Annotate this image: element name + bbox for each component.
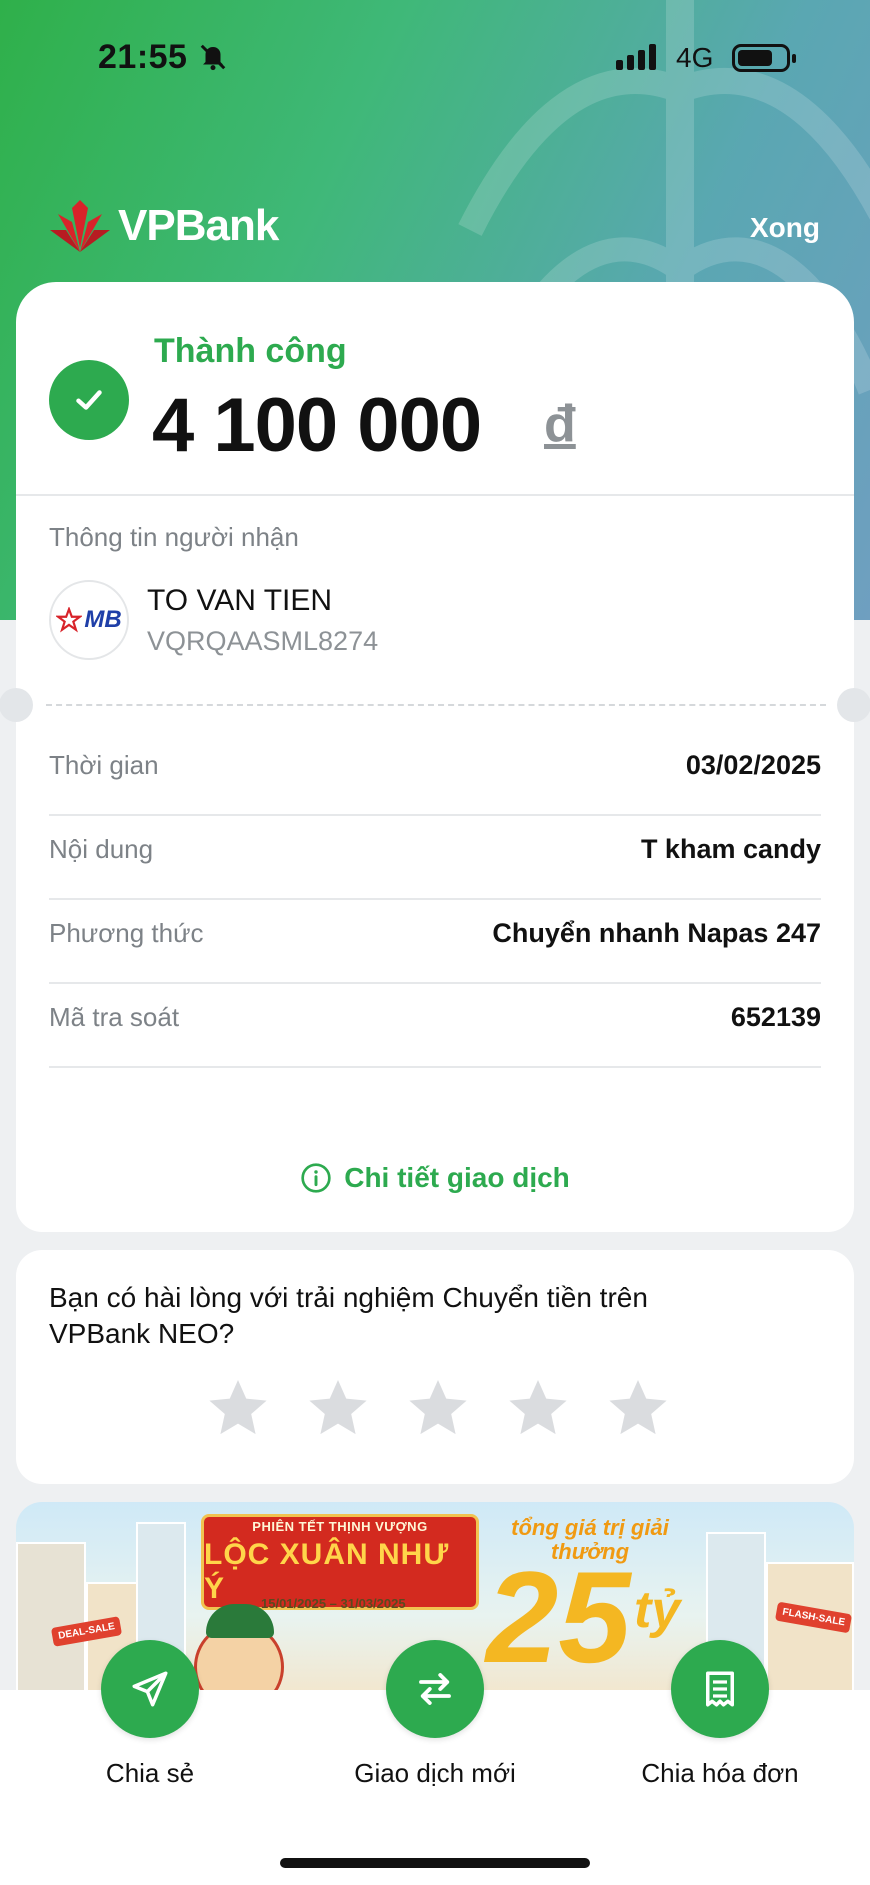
bank-logo-text: MB bbox=[84, 606, 122, 633]
split-bill-action[interactable]: Chia hóa đơn bbox=[590, 1640, 850, 1789]
dashed-divider bbox=[46, 704, 826, 706]
share-action[interactable]: Chia sẻ bbox=[20, 1640, 280, 1789]
banner-heading-small: PHIÊN TẾT THỊNH VƯỢNG bbox=[252, 1518, 428, 1534]
detail-value: T kham candy bbox=[640, 833, 821, 864]
bank-logo: MB bbox=[49, 580, 129, 660]
status-label: Thành công bbox=[154, 332, 347, 370]
home-indicator[interactable] bbox=[280, 1858, 590, 1868]
transaction-receipt-card: Thành công 4 100 000 đ Thông tin người n… bbox=[0, 282, 870, 1232]
battery-icon bbox=[732, 44, 796, 72]
new-transaction-action[interactable]: Giao dịch mới bbox=[305, 1640, 565, 1789]
share-label: Chia sẻ bbox=[105, 1758, 195, 1788]
network-type: 4G bbox=[676, 42, 714, 73]
star-rating bbox=[204, 1375, 672, 1441]
swap-arrows-icon bbox=[419, 1673, 451, 1705]
rating-card: Bạn có hài lòng với trải nghiệm Chuyển t… bbox=[16, 1250, 854, 1484]
detail-row-trace-code: Mã tra soát 652139 bbox=[49, 968, 821, 1068]
rating-question: Bạn có hài lòng với trải nghiệm Chuyển t… bbox=[49, 1282, 648, 1349]
currency-symbol: đ bbox=[544, 395, 576, 453]
success-summary: Thành công 4 100 000 đ bbox=[16, 282, 854, 496]
new-transaction-label: Giao dịch mới bbox=[354, 1758, 516, 1788]
recipient-name: TO VAN TIEN bbox=[147, 584, 333, 617]
detail-label: Nội dung bbox=[49, 833, 154, 864]
info-icon bbox=[301, 1163, 331, 1193]
transaction-details-label: Chi tiết giao dịch bbox=[344, 1162, 570, 1193]
recipient-account: VQRQAASML8274 bbox=[147, 626, 379, 656]
bell-muted-icon bbox=[198, 42, 228, 77]
status-bar: 21:55 4G bbox=[0, 0, 870, 120]
detail-label: Phương thức bbox=[49, 917, 204, 948]
star-1-icon[interactable] bbox=[204, 1375, 272, 1441]
recipient-section-title: Thông tin người nhận bbox=[49, 522, 299, 552]
detail-value: 652139 bbox=[730, 1001, 821, 1032]
new-transaction-button[interactable] bbox=[386, 1640, 484, 1738]
star-3-icon[interactable] bbox=[404, 1375, 472, 1441]
send-icon bbox=[132, 1671, 168, 1707]
star-4-icon[interactable] bbox=[504, 1375, 572, 1441]
transaction-details-link[interactable]: Chi tiết giao dịch bbox=[16, 1162, 854, 1194]
mb-star-icon bbox=[56, 607, 83, 633]
detail-value: Chuyển nhanh Napas 247 bbox=[492, 917, 821, 948]
share-button[interactable] bbox=[101, 1640, 199, 1738]
detail-value: 03/02/2025 bbox=[685, 749, 821, 780]
brand-name: VPBank bbox=[118, 201, 279, 250]
ticket-notch-left bbox=[0, 688, 33, 722]
status-time: 21:55 bbox=[98, 38, 188, 76]
detail-label: Mã tra soát bbox=[49, 1001, 180, 1032]
success-check-icon bbox=[49, 360, 129, 440]
split-bill-label: Chia hóa đơn bbox=[641, 1758, 799, 1788]
vpbank-flame-icon bbox=[50, 200, 110, 252]
receipt-icon bbox=[706, 1671, 734, 1707]
signal-strength-icon bbox=[616, 44, 656, 70]
star-5-icon[interactable] bbox=[604, 1375, 672, 1441]
amount-value: 4 100 000 bbox=[152, 383, 482, 468]
banner-dates: 15/01/2025 – 31/03/2025 bbox=[261, 1596, 406, 1611]
detail-label: Thời gian bbox=[49, 749, 159, 780]
split-bill-button[interactable] bbox=[671, 1640, 769, 1738]
vpbank-logo: VPBank bbox=[50, 200, 279, 252]
done-button[interactable]: Xong bbox=[750, 212, 820, 244]
star-2-icon[interactable] bbox=[304, 1375, 372, 1441]
ticket-notch-right bbox=[837, 688, 870, 722]
banner-prize-unit: tỷ bbox=[634, 1581, 681, 1639]
